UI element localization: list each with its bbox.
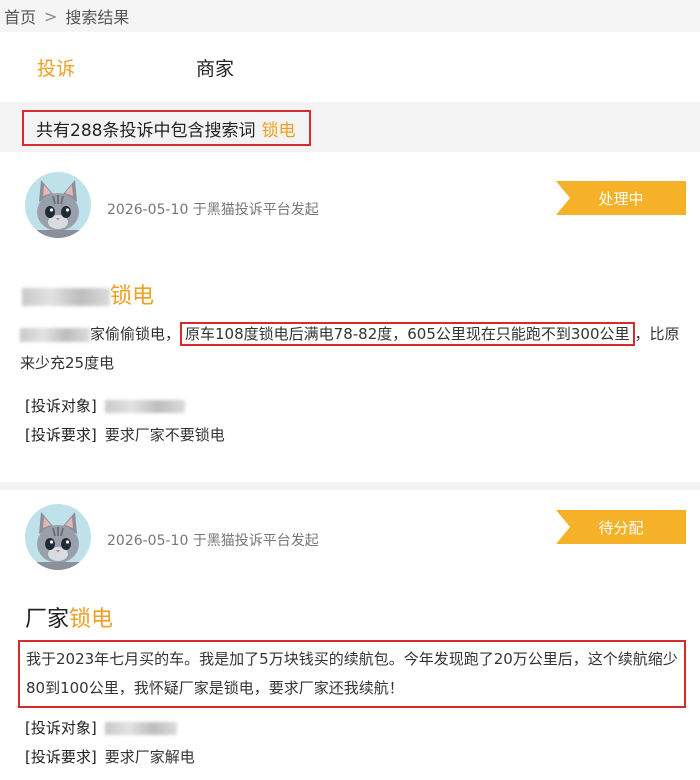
complaint-target-label: [投诉对象]	[25, 397, 97, 415]
complaint-target-label: [投诉对象]	[25, 719, 97, 737]
complaint-title[interactable]: 厂家锁电	[25, 601, 113, 633]
breadcrumb-current: 搜索结果	[65, 8, 130, 27]
search-summary: 共有288条投诉中包含搜索词 锁电	[22, 110, 312, 146]
complaint-card[interactable]: 2026-05-10 于黑猫投诉平台发起 处理中 锁电 家偷偷锁电， 原车108度…	[0, 152, 700, 482]
redacted-text	[20, 327, 90, 342]
highlighted-content: 我于2023年七月买的车。我是加了5万块钱买的续航包。今年发现跑了20万公里后，…	[18, 640, 686, 708]
complaint-card[interactable]: 2026-05-10 于黑猫投诉平台发起 待分配 厂家锁电 我于2023年七月买…	[0, 490, 700, 780]
tab-merchants[interactable]: 商家	[196, 54, 234, 81]
search-summary-bar: 共有288条投诉中包含搜索词 锁电	[0, 102, 700, 152]
cat-avatar-icon	[25, 504, 91, 570]
redacted-text	[104, 400, 185, 413]
cat-avatar-icon	[25, 172, 91, 238]
complaint-target: [投诉对象]	[25, 717, 177, 738]
complaint-request-label: [投诉要求]	[25, 426, 97, 444]
status-badge: 处理中	[556, 181, 686, 215]
complaint-content: 家偷偷锁电， 原车108度锁电后满电78-82度，605公里现在只能跑不到300公…	[20, 320, 686, 378]
redacted-text	[104, 722, 177, 735]
search-summary-text: 共有288条投诉中包含搜索词	[36, 120, 256, 141]
redacted-text	[22, 288, 110, 306]
tab-complaints[interactable]: 投诉	[37, 54, 75, 81]
complaint-title-text: 厂家	[25, 607, 70, 632]
status-badge: 待分配	[556, 510, 686, 544]
complaint-request-value: 要求厂家不要锁电	[104, 426, 225, 444]
complaint-title-keyword: 锁电	[110, 284, 155, 309]
complaint-request-value: 要求厂家解电	[104, 748, 195, 766]
complaint-target: [投诉对象]	[25, 395, 185, 416]
breadcrumb: 首页 > 搜索结果	[0, 0, 700, 32]
complaint-request: [投诉要求] 要求厂家不要锁电	[25, 424, 225, 445]
content-text: 家偷偷锁电，	[90, 325, 181, 343]
breadcrumb-separator: >	[44, 6, 58, 26]
search-keyword: 锁电	[261, 120, 296, 141]
highlighted-content: 原车108度锁电后满电78-82度，605公里现在只能跑不到300公里	[180, 322, 635, 346]
divider	[0, 482, 700, 490]
complaint-title-keyword: 锁电	[69, 607, 114, 632]
breadcrumb-home-link[interactable]: 首页	[4, 4, 36, 28]
complaint-title[interactable]: 锁电	[22, 278, 154, 310]
complaint-request-label: [投诉要求]	[25, 748, 97, 766]
complaint-meta: 2026-05-10 于黑猫投诉平台发起	[107, 202, 319, 218]
complaint-meta: 2026-05-10 于黑猫投诉平台发起	[107, 533, 319, 549]
complaint-content: 我于2023年七月买的车。我是加了5万块钱买的续航包。今年发现跑了20万公里后，…	[18, 640, 686, 708]
tab-bar: 投诉 商家	[0, 32, 700, 102]
complaint-request: [投诉要求] 要求厂家解电	[25, 746, 195, 767]
